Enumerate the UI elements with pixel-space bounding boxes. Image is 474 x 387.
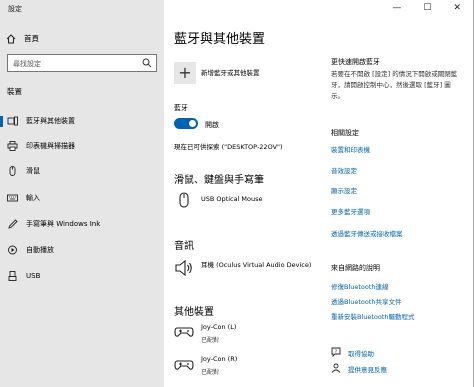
- plus-icon: +: [178, 63, 192, 82]
- usb-icon: [8, 271, 17, 281]
- search-placeholder: 尋找設定: [13, 60, 41, 68]
- maximize-button[interactable]: ☐: [423, 3, 431, 13]
- link-display-settings[interactable]: 顯示設定: [331, 185, 357, 195]
- help-icon: ?: [331, 347, 341, 357]
- feedback-link[interactable]: 提供意見反應: [348, 364, 387, 374]
- section-audio: 音訊: [174, 241, 194, 252]
- device-audio[interactable]: 耳機 (Oculus Virtual Audio Device): [201, 259, 311, 269]
- link-share-files[interactable]: 透過Bluetooth共享文件: [331, 296, 402, 306]
- sidebar-section-label: 裝置: [7, 87, 22, 96]
- sidebar-item-pen[interactable]: 手寫筆與 Windows Ink: [0, 215, 164, 233]
- speaker-icon: [175, 260, 192, 276]
- minimize-button[interactable]: —: [392, 3, 401, 13]
- sidebar-item-typing[interactable]: 輸入: [0, 189, 164, 207]
- mouse-icon: [179, 192, 189, 208]
- link-devices-printers[interactable]: 裝置和印表機: [331, 144, 370, 154]
- sidebar-item-label: 藍牙與其他裝置: [26, 117, 75, 125]
- section-mouse-keyboard-pen: 滑鼠、鍵盤與手寫筆: [174, 175, 264, 186]
- faster-bluetooth-text: 若要在不開啟 [設定] 的情況下開啟或關閉藍牙，請開啟控制中心，然後選取 [藍牙…: [331, 70, 458, 100]
- sidebar-item-label: 手寫筆與 Windows Ink: [26, 220, 101, 228]
- sidebar-item-label: 印表機與掃描器: [26, 142, 75, 150]
- search-input[interactable]: 尋找設定: [7, 54, 157, 72]
- sidebar-item-usb[interactable]: USB: [0, 267, 164, 285]
- pen-icon: [8, 219, 18, 229]
- sidebar-item-label: 輸入: [26, 194, 40, 202]
- sidebar-item-label: 自動播放: [26, 246, 54, 254]
- window-controls: — ☐ ✕: [392, 3, 461, 13]
- keyboard-icon: [7, 194, 18, 202]
- link-fix-bluetooth[interactable]: 修復Bluetooth連線: [331, 281, 389, 291]
- add-device-label[interactable]: 新增藍牙或其他裝置: [201, 67, 260, 77]
- sidebar-item-mouse[interactable]: 滑鼠: [0, 162, 164, 180]
- sidebar-item-bluetooth[interactable]: 藍牙與其他裝置: [0, 112, 164, 130]
- link-sound-settings[interactable]: 音效設定: [331, 165, 357, 175]
- bluetooth-label: 藍牙: [174, 104, 188, 112]
- get-help-link[interactable]: 取得協助: [348, 348, 374, 358]
- bluetooth-toggle[interactable]: [174, 118, 198, 129]
- mouse-icon: [9, 166, 16, 176]
- autoplay-icon: [8, 245, 17, 255]
- sidebar-item-label: USB: [26, 272, 41, 280]
- add-device-button[interactable]: +: [174, 62, 196, 84]
- related-settings-title: 相關設定: [331, 129, 359, 137]
- bluetooth-state: 開啟: [205, 121, 219, 129]
- faster-bluetooth-title: 更快速開啟藍牙: [331, 58, 380, 66]
- printer-icon: [7, 141, 18, 151]
- sidebar-item-label: 滑鼠: [26, 167, 40, 175]
- page-title: 藍牙與其他裝置: [174, 32, 266, 47]
- close-button[interactable]: ✕: [453, 3, 461, 13]
- web-help-title: 來自網路的說明: [331, 264, 380, 272]
- search-icon: [142, 58, 152, 68]
- sidebar: 設定 首頁 尋找設定 裝置 藍牙與其他裝置 印表機與掃描器 滑鼠 輸入 手寫筆與…: [0, 0, 164, 387]
- home-label: 首頁: [24, 34, 39, 43]
- device-joycon-left[interactable]: Joy-Con (L): [201, 323, 236, 331]
- section-other-devices: 其他裝置: [174, 307, 214, 318]
- home-nav[interactable]: 首頁: [6, 33, 39, 44]
- device-joycon-left-status: 已配對: [201, 337, 220, 344]
- device-joycon-right-status: 已配對: [201, 369, 220, 376]
- window-title: 設定: [8, 5, 22, 13]
- device-mouse[interactable]: USB Optical Mouse: [201, 195, 263, 203]
- link-reinstall-drivers[interactable]: 重新安裝Bluetooth驅動程式: [331, 311, 415, 321]
- link-send-receive-files[interactable]: 透過藍牙傳送或接收檔案: [331, 228, 403, 238]
- sidebar-item-printers[interactable]: 印表機與掃描器: [0, 137, 164, 155]
- device-joycon-right[interactable]: Joy-Con (R): [201, 355, 237, 363]
- home-icon: [6, 33, 16, 43]
- link-more-bluetooth-options[interactable]: 更多藍牙選項: [331, 206, 370, 216]
- gamepad-icon: [174, 360, 194, 370]
- feedback-icon: [331, 363, 341, 373]
- discoverable-text: 現在已可供探索 ("DESKTOP-22OV"): [174, 143, 283, 151]
- sidebar-item-autoplay[interactable]: 自動播放: [0, 241, 164, 259]
- bluetooth-icon: [7, 116, 18, 126]
- gamepad-icon: [174, 327, 194, 337]
